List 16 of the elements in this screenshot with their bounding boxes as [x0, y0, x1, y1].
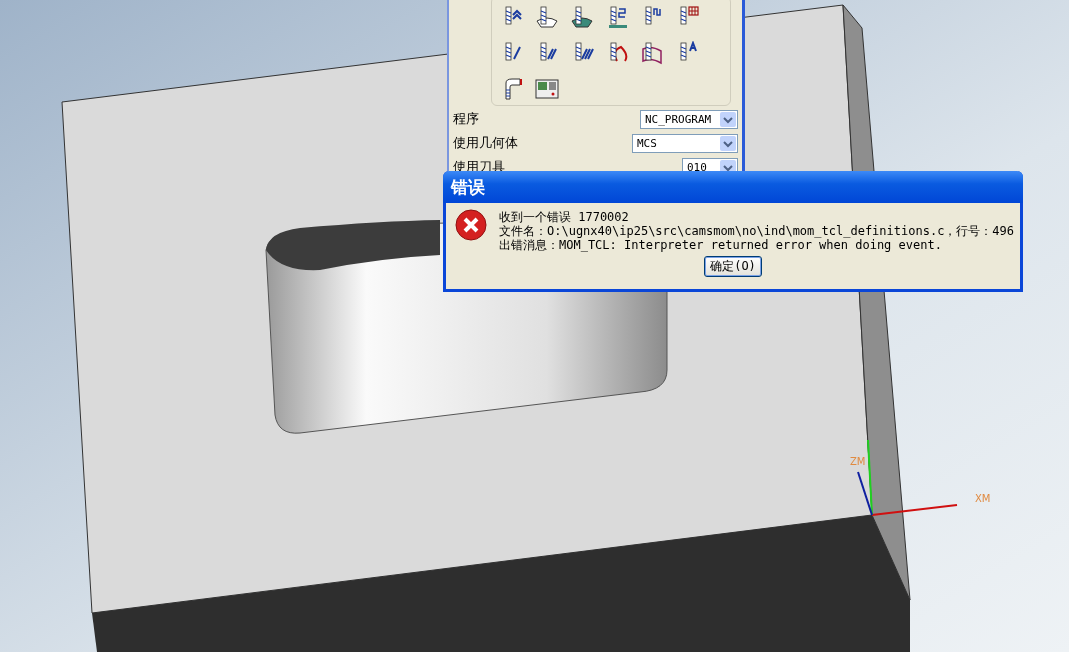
- axis-label: ZM: [850, 456, 866, 467]
- control-panel-icon[interactable]: [535, 77, 559, 101]
- axis-label: XM: [975, 493, 991, 504]
- ok-button[interactable]: 确定(O): [704, 256, 762, 277]
- error-message: 文件名：O:\ugnx40\ip25\src\camsmom\no\ind\mom_tcl_definitions.c，行号：496: [499, 224, 1015, 238]
- field-label: 程序: [453, 110, 479, 128]
- milling-tool-icon[interactable]: [535, 5, 559, 29]
- dropdown[interactable]: MCS: [632, 133, 738, 153]
- error-message: 收到一个错误 1770002: [499, 210, 630, 224]
- milling-tool-icon[interactable]: [640, 41, 664, 65]
- milling-tool-icon[interactable]: [570, 5, 594, 29]
- error-message: 出错消息：MOM_TCL: Interpreter returned error when doing event.: [499, 238, 943, 252]
- dialog-title: 错误: [451, 175, 485, 199]
- dropdown[interactable]: NC_PROGRAM: [640, 109, 738, 129]
- error-icon: [455, 209, 487, 241]
- field-label: 使用几何体: [453, 134, 518, 152]
